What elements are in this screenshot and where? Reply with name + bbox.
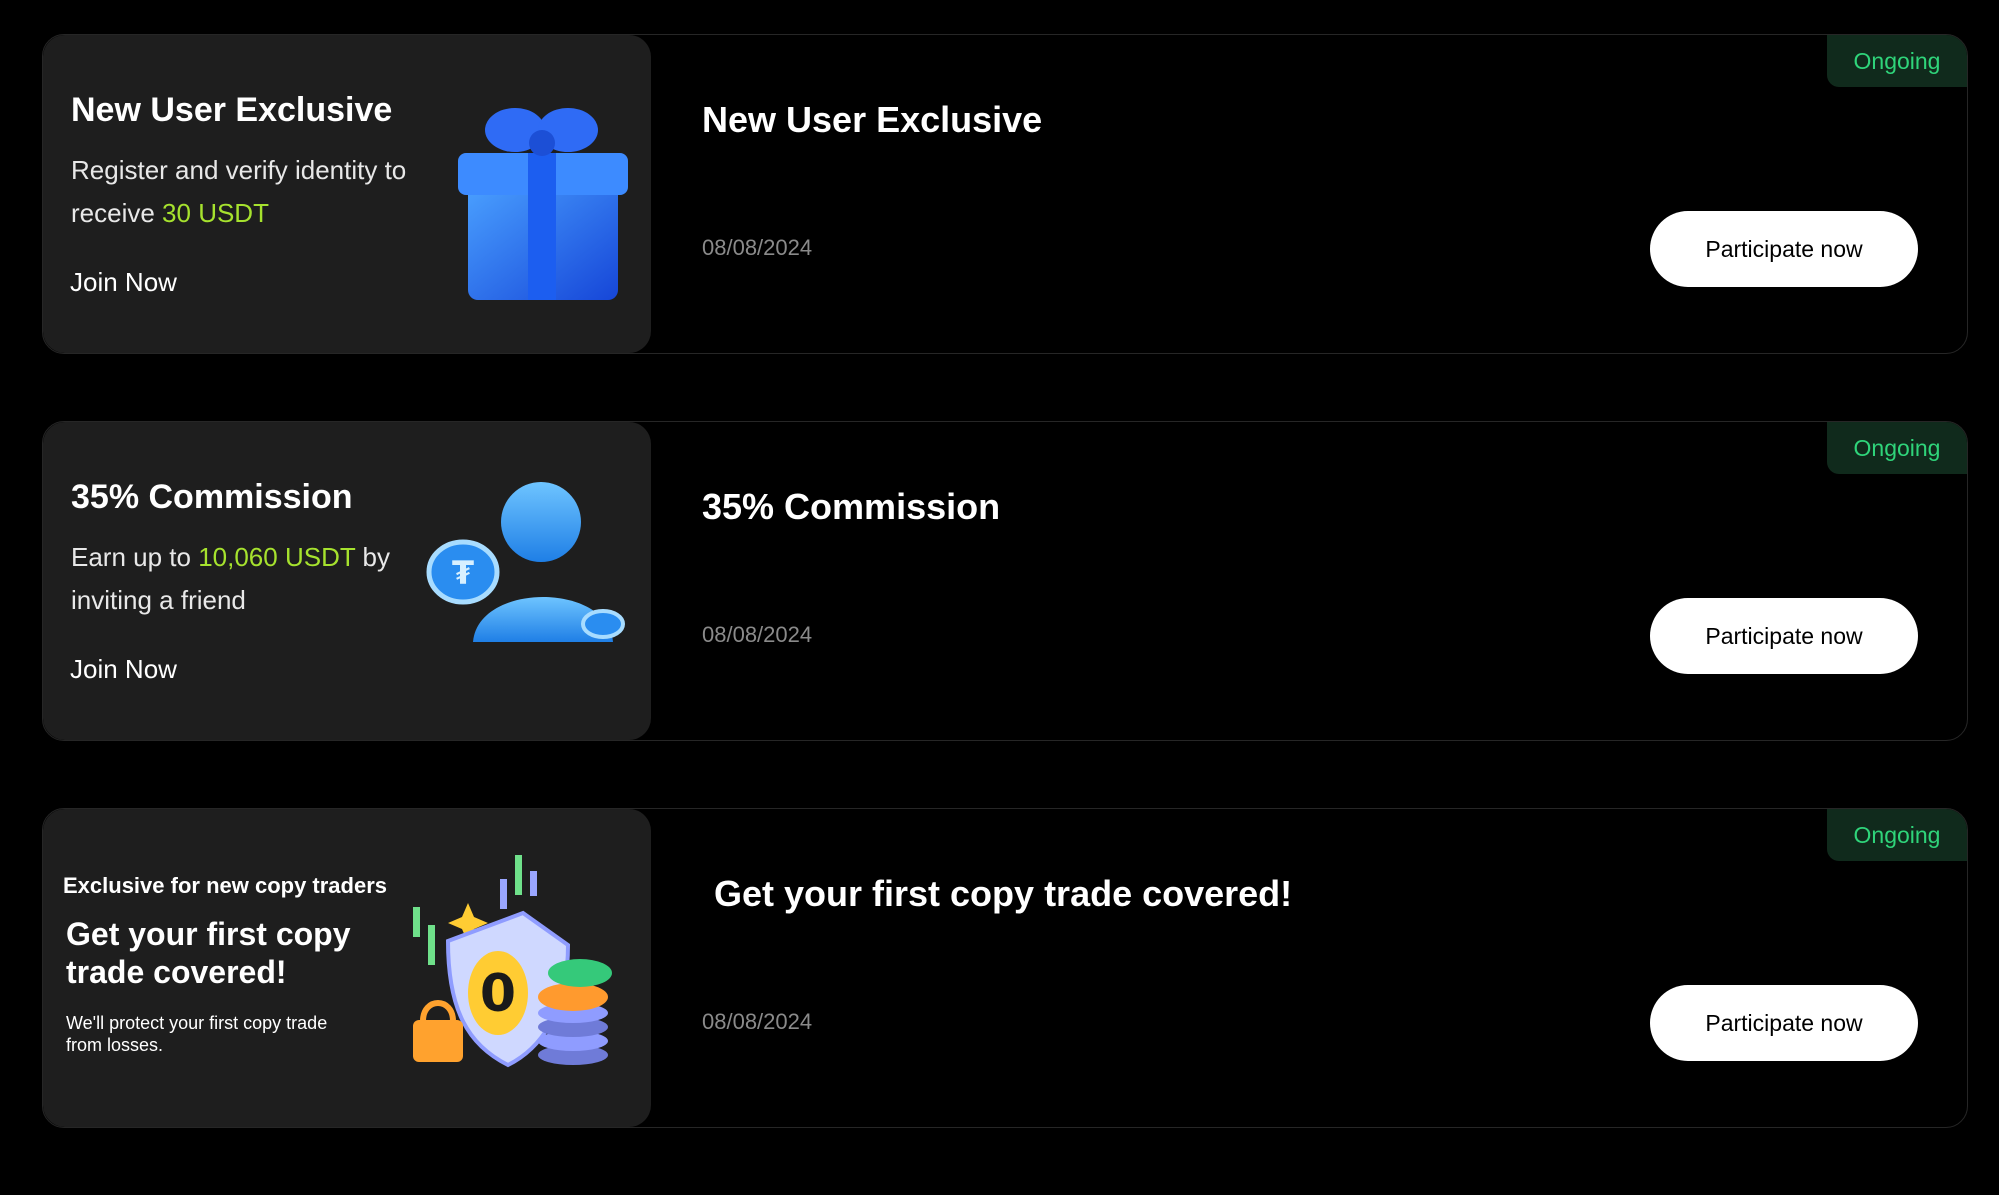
svg-text:0: 0 [480, 964, 516, 1024]
promotion-card[interactable]: New User Exclusive Register and verify i… [42, 34, 1968, 354]
status-badge: Ongoing [1827, 809, 1967, 861]
promotion-date: 08/08/2024 [702, 1009, 813, 1034]
status-badge: Ongoing [1827, 35, 1967, 87]
status-badge: Ongoing [1827, 422, 1967, 474]
promotion-banner[interactable]: 35% Commission Earn up to 10,060 USDT by… [43, 422, 651, 740]
banner-kicker: Exclusive for new copy traders [63, 873, 388, 898]
banner-desc-text: Earn up to [71, 542, 199, 572]
banner-headline: Get your first copy trade covered! [66, 916, 351, 990]
user-with-coins-icon: ₮ [423, 472, 633, 692]
banner-title: New User Exclusive [71, 91, 393, 129]
promotion-date: 08/08/2024 [702, 235, 813, 260]
reward-amount: 10,060 USDT [198, 542, 356, 572]
promotion-list: New User Exclusive Register and verify i… [42, 34, 1968, 1195]
promotion-date: 08/08/2024 [702, 622, 813, 647]
promotion-card[interactable]: 35% Commission Earn up to 10,060 USDT by… [42, 421, 1968, 741]
participate-now-button[interactable]: Participate now [1650, 211, 1918, 287]
promotion-card[interactable]: Exclusive for new copy traders Get your … [42, 808, 1968, 1128]
promotion-title: Get your first copy trade covered! [714, 873, 1293, 914]
promotion-banner[interactable]: Exclusive for new copy traders Get your … [43, 809, 651, 1127]
promotion-title: New User Exclusive [702, 99, 1043, 140]
gift-box-icon [423, 85, 633, 305]
join-now-link[interactable]: Join Now [70, 654, 177, 685]
promotion-title: 35% Commission [702, 486, 1001, 527]
banner-description: We'll protect your first copy trade from… [66, 1013, 328, 1055]
promotion-banner[interactable]: New User Exclusive Register and verify i… [43, 35, 651, 353]
shield-coins-icon: 0 [408, 845, 618, 1068]
reward-amount: 30 USDT [162, 198, 269, 228]
participate-now-button[interactable]: Participate now [1650, 985, 1918, 1061]
banner-title: 35% Commission [71, 478, 353, 516]
svg-text:₮: ₮ [452, 554, 474, 592]
banner-description: Register and verify identity to receive … [71, 149, 411, 235]
banner-description: Earn up to 10,060 USDT by inviting a fri… [71, 536, 411, 622]
participate-now-button[interactable]: Participate now [1650, 598, 1918, 674]
join-now-link[interactable]: Join Now [70, 267, 177, 298]
